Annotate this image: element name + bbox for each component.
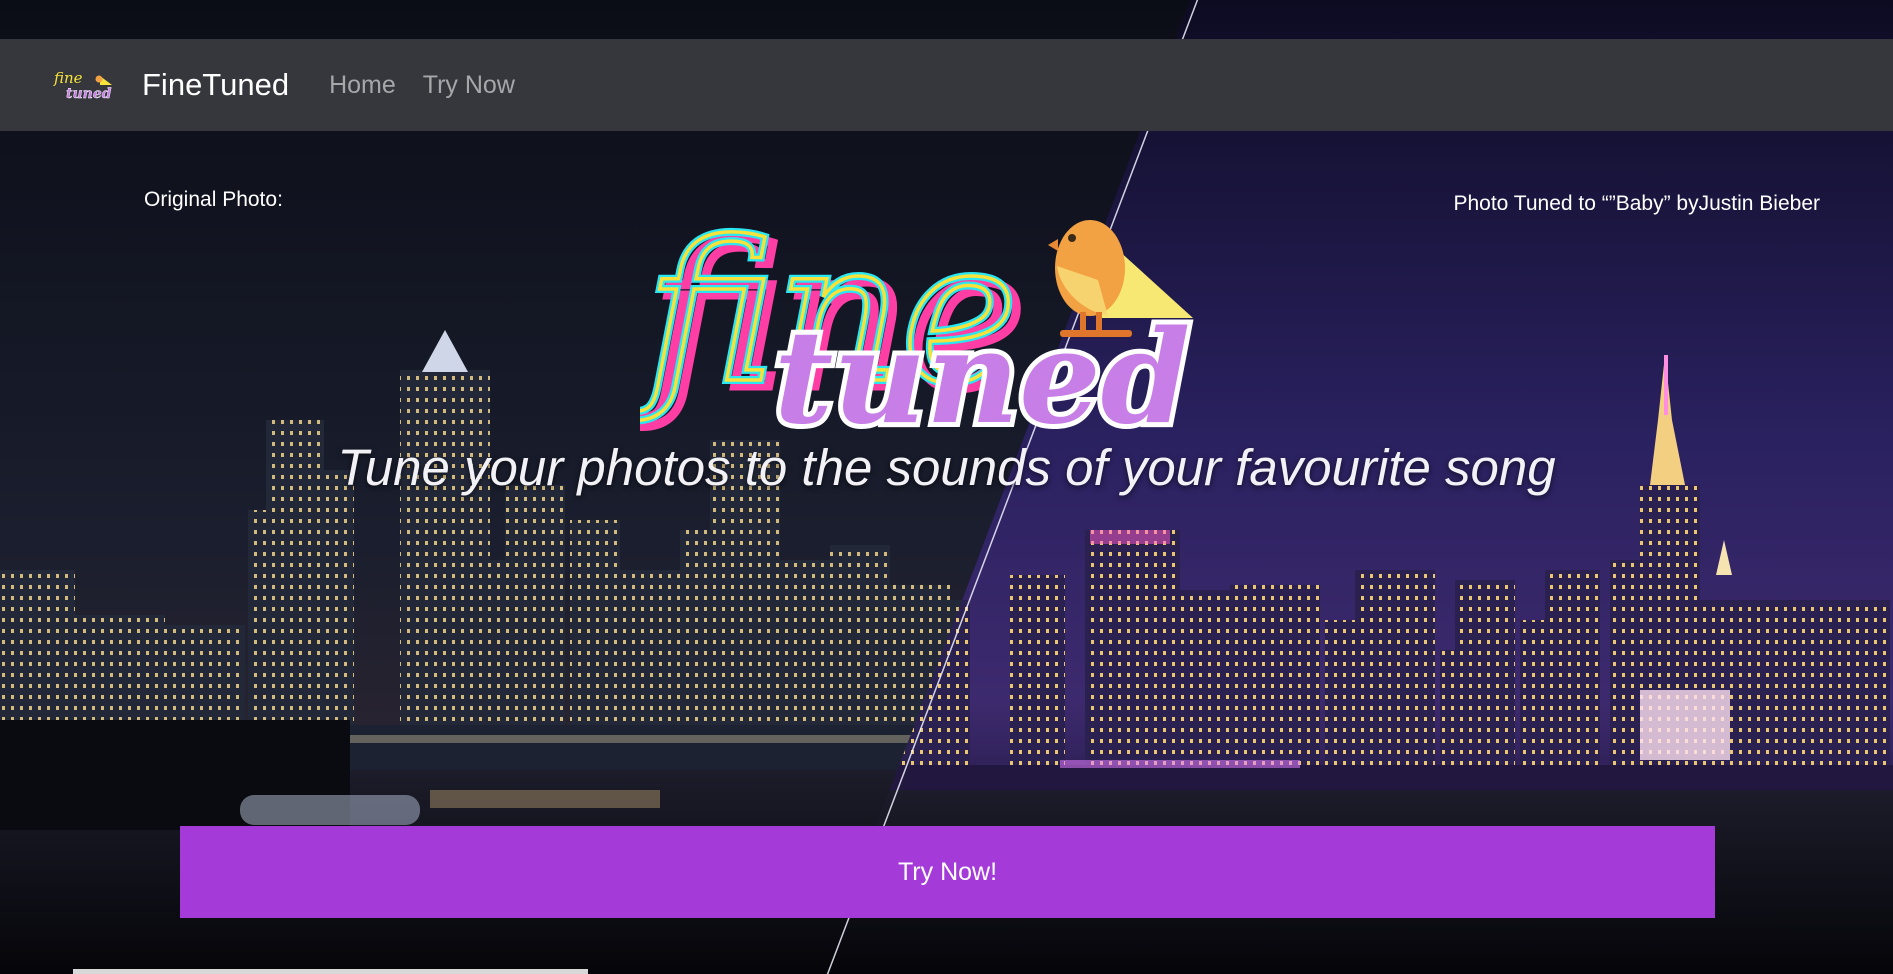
original-photo-caption: Original Photo: bbox=[144, 188, 283, 211]
brand-logo[interactable]: fine tuned bbox=[52, 67, 122, 103]
tuned-photo-caption: Photo Tuned to “”Baby” byJustin Bieber bbox=[1453, 192, 1820, 215]
nav-link-try-now[interactable]: Try Now bbox=[423, 71, 515, 100]
hero-tagline: Tune your photos to the sounds of your f… bbox=[337, 439, 1556, 496]
navbar: fine tuned FineTuned Home Try Now bbox=[0, 39, 1893, 131]
brand-link[interactable]: FineTuned bbox=[142, 67, 289, 103]
nav-link-home[interactable]: Home bbox=[329, 71, 396, 100]
svg-text:fine: fine bbox=[53, 69, 83, 87]
horizontal-scrollbar[interactable] bbox=[73, 969, 588, 974]
logo-tuned-word: tuned bbox=[769, 298, 1195, 440]
hero-logo: fine fine fine tuned bbox=[640, 195, 1195, 440]
try-now-button[interactable]: Try Now! bbox=[180, 826, 1715, 918]
svg-text:tuned: tuned bbox=[774, 303, 1190, 440]
svg-text:tuned: tuned bbox=[66, 86, 112, 102]
